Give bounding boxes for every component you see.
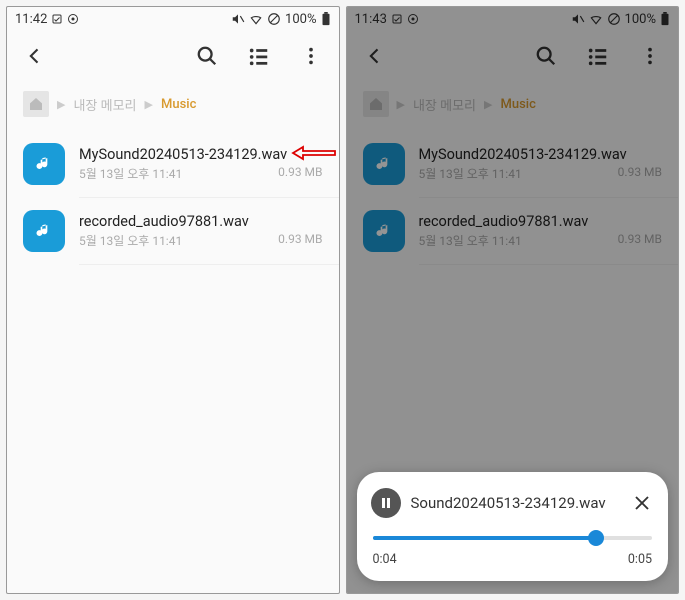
status-notif-icon (51, 13, 63, 25)
file-date: 5월 13일 오후 11:41 (79, 232, 182, 249)
search-icon (535, 45, 557, 67)
file-name: recorded_audio97881.wav (419, 213, 663, 230)
no-sim-icon (267, 12, 281, 26)
divider (419, 264, 679, 265)
phone-left: 11:42 100% ▶ 내장 메모리 ▶ (6, 6, 340, 594)
file-date: 5월 13일 오후 11:41 (419, 165, 522, 182)
battery-icon (321, 12, 331, 26)
status-app-icon (67, 13, 79, 25)
progress-slider[interactable] (373, 536, 653, 540)
breadcrumb-internal[interactable]: 내장 메모리 (413, 95, 476, 114)
more-button[interactable] (295, 40, 327, 72)
wifi-icon (249, 12, 263, 26)
divider (79, 264, 339, 265)
pause-button[interactable] (371, 488, 401, 518)
list-view-icon (248, 45, 270, 67)
status-time: 11:42 (15, 12, 47, 27)
file-row[interactable]: recorded_audio97881.wav 5월 13일 오후 11:41 … (347, 198, 679, 264)
search-button[interactable] (530, 40, 562, 72)
view-toggle-button[interactable] (582, 40, 614, 72)
status-bar: 11:42 100% (7, 7, 339, 31)
progress-thumb[interactable] (588, 530, 604, 546)
status-bar: 11:43 100% (347, 7, 679, 31)
breadcrumb-current: Music (500, 97, 535, 112)
file-size: 0.93 MB (278, 165, 322, 182)
file-size: 0.93 MB (278, 232, 322, 249)
time-elapsed: 0:04 (373, 552, 397, 567)
file-row[interactable]: MySound20240513-234129.wav 5월 13일 오후 11:… (7, 131, 339, 197)
more-button[interactable] (634, 40, 666, 72)
chevron-icon: ▶ (484, 98, 492, 111)
status-notif-icon (391, 13, 403, 25)
file-name: MySound20240513-234129.wav (79, 146, 323, 163)
file-size: 0.93 MB (618, 232, 662, 249)
pause-icon (380, 497, 392, 509)
breadcrumb[interactable]: ▶ 내장 메모리 ▶ Music (347, 81, 679, 131)
close-icon (633, 494, 651, 512)
status-time: 11:43 (355, 12, 387, 27)
progress-fill (373, 536, 597, 540)
mute-icon (231, 12, 245, 26)
view-toggle-button[interactable] (243, 40, 275, 72)
file-list: MySound20240513-234129.wav 5월 13일 오후 11:… (7, 131, 339, 593)
audio-file-icon (363, 210, 405, 252)
more-vert-icon (300, 45, 322, 67)
phone-right: 11:43 100% ▶ 내장 메모리 ▶ (346, 6, 680, 594)
audio-file-icon (363, 143, 405, 185)
file-name: MySound20240513-234129.wav (419, 146, 663, 163)
file-size: 0.93 MB (618, 165, 662, 182)
close-button[interactable] (630, 491, 654, 515)
home-icon[interactable] (23, 91, 49, 117)
search-button[interactable] (191, 40, 223, 72)
file-date: 5월 13일 오후 11:41 (419, 232, 522, 249)
search-icon (196, 45, 218, 67)
battery-icon (660, 12, 670, 26)
wifi-icon (589, 12, 603, 26)
player-track-title: Sound20240513-234129.wav (411, 494, 621, 512)
audio-player-sheet: Sound20240513-234129.wav 0:04 0:05 (357, 472, 669, 581)
battery-pct: 100% (625, 12, 656, 27)
toolbar (347, 31, 679, 81)
file-row[interactable]: recorded_audio97881.wav 5월 13일 오후 11:41 … (7, 198, 339, 264)
chevron-icon: ▶ (145, 98, 153, 111)
back-button[interactable] (359, 40, 391, 72)
back-button[interactable] (19, 40, 51, 72)
battery-pct: 100% (285, 12, 316, 27)
mute-icon (571, 12, 585, 26)
file-row[interactable]: MySound20240513-234129.wav 5월 13일 오후 11:… (347, 131, 679, 197)
time-total: 0:05 (628, 552, 652, 567)
audio-file-icon (23, 143, 65, 185)
file-name: recorded_audio97881.wav (79, 213, 323, 230)
file-date: 5월 13일 오후 11:41 (79, 165, 182, 182)
breadcrumb[interactable]: ▶ 내장 메모리 ▶ Music (7, 81, 339, 131)
audio-file-icon (23, 210, 65, 252)
chevron-icon: ▶ (397, 98, 405, 111)
list-view-icon (587, 45, 609, 67)
chevron-icon: ▶ (57, 98, 65, 111)
status-app-icon (407, 13, 419, 25)
breadcrumb-internal[interactable]: 내장 메모리 (73, 95, 136, 114)
home-icon[interactable] (363, 91, 389, 117)
annotation-arrow (291, 145, 337, 165)
toolbar (7, 31, 339, 81)
no-sim-icon (607, 12, 621, 26)
more-vert-icon (639, 45, 661, 67)
breadcrumb-current: Music (161, 97, 196, 112)
